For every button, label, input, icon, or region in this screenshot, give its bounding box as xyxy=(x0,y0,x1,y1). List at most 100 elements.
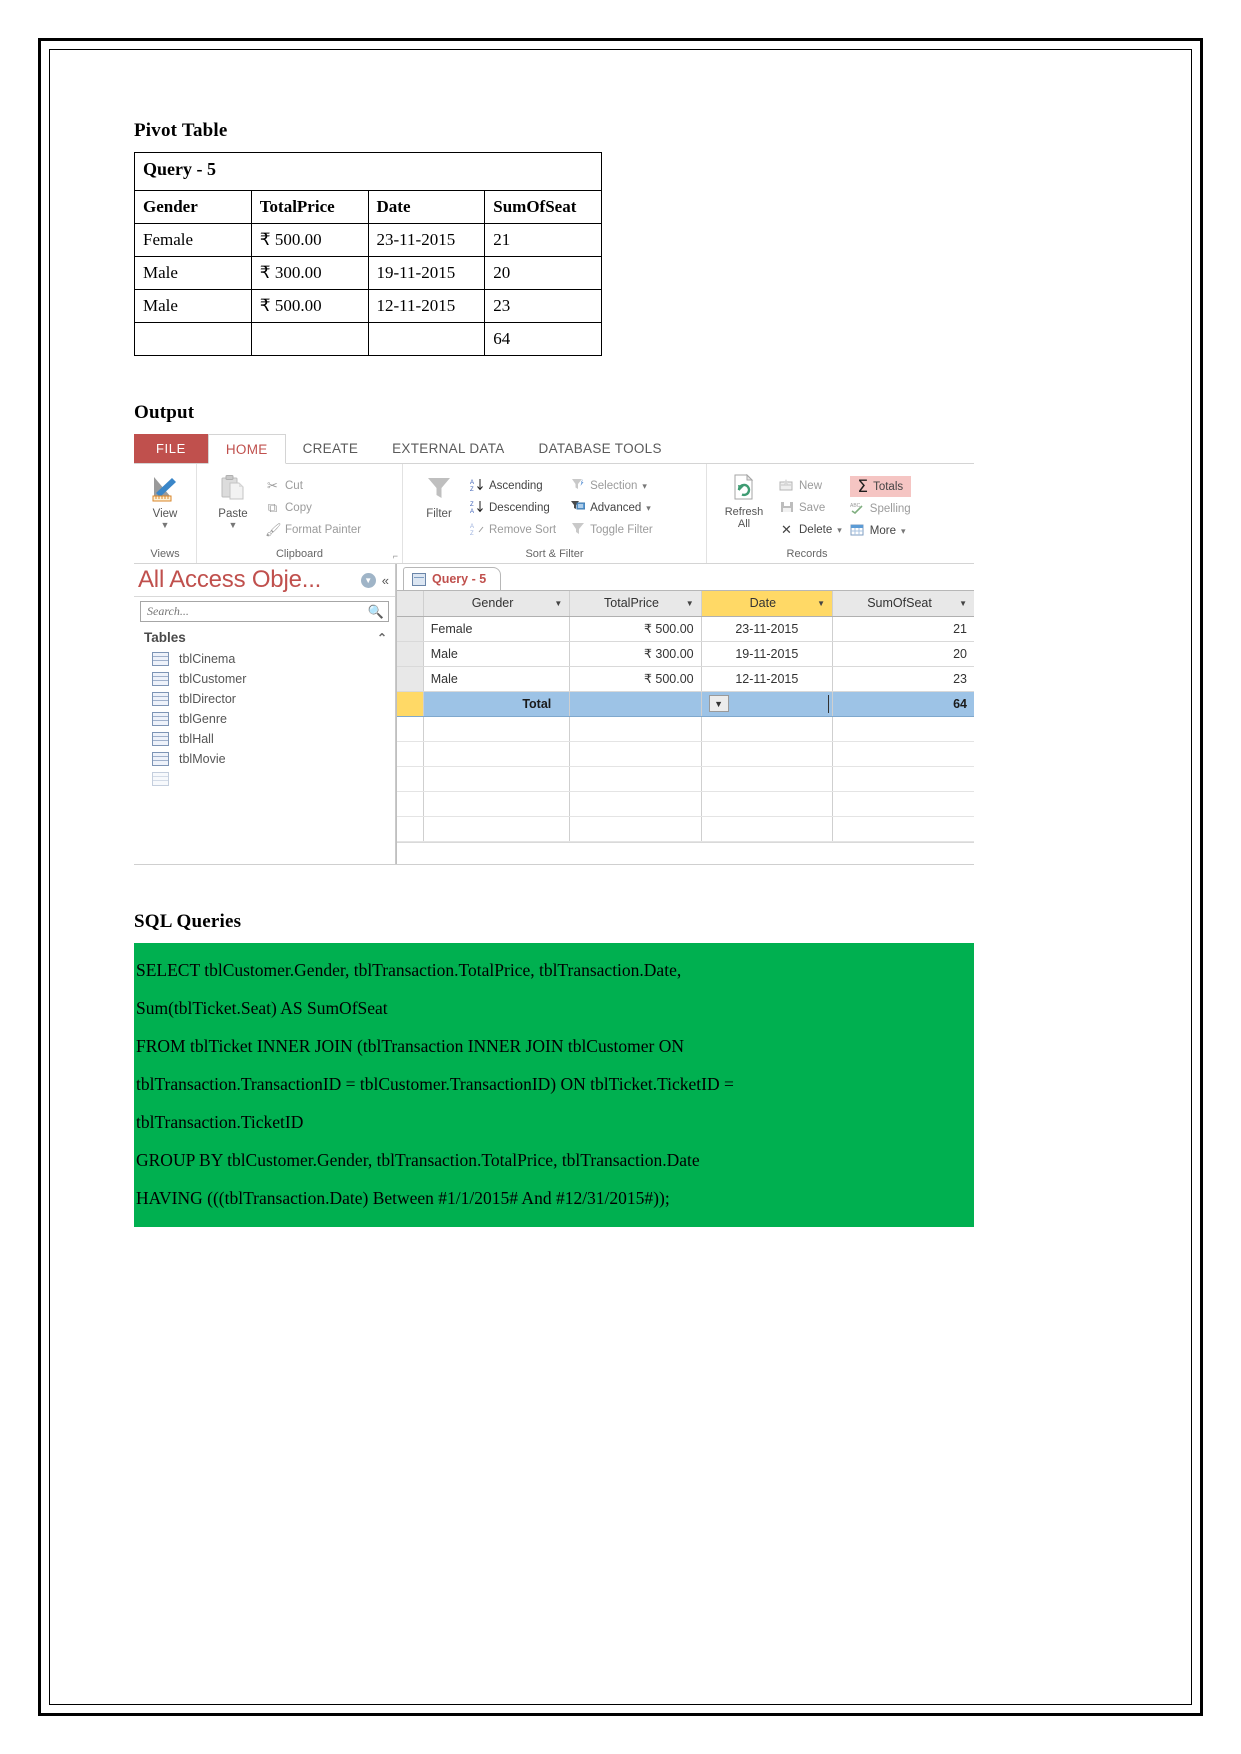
cell-gender[interactable]: Male xyxy=(423,641,571,667)
total-cell-sumofseat[interactable]: 64 xyxy=(832,691,974,717)
table-row[interactable]: Male ₹ 500.00 12-11-2015 23 xyxy=(397,666,974,692)
cell-date[interactable]: 19-11-2015 xyxy=(701,641,834,667)
tab-home[interactable]: HOME xyxy=(207,434,286,464)
cell-gender[interactable]: Male xyxy=(423,666,571,692)
chevron-down-icon[interactable]: ▾ xyxy=(901,527,906,536)
chevron-down-icon[interactable]: ▼ xyxy=(686,599,694,608)
view-button[interactable]: View ▼ xyxy=(142,472,188,530)
list-item[interactable]: tblMovie xyxy=(134,749,395,769)
table-row: Male ₹ 500.00 12-11-2015 23 xyxy=(134,289,602,323)
table-row[interactable]: Male ₹ 300.00 19-11-2015 20 xyxy=(397,641,974,667)
sql-line: SELECT tblCustomer.Gender, tblTransactio… xyxy=(136,960,682,980)
chevron-down-icon[interactable]: ▼ xyxy=(229,521,238,530)
filter-button[interactable]: Filter xyxy=(411,472,467,520)
spelling-button[interactable]: ABC Spelling xyxy=(850,499,911,519)
list-item[interactable]: tblCinema xyxy=(134,649,395,669)
save-button[interactable]: Save xyxy=(779,498,842,518)
ribbon-group-clipboard: Paste ▼ ✂ Cut ⧉ Copy 🖌 Format Painter Cl… xyxy=(196,464,402,563)
collapse-pane-icon[interactable]: « xyxy=(382,573,389,588)
nav-group-tables[interactable]: Tables ⌃ xyxy=(134,626,395,649)
clipboard-dialog-launcher-icon[interactable]: ⌐ xyxy=(393,551,398,561)
new-record-label: New xyxy=(799,480,823,492)
pivot-cell-date: 12-11-2015 xyxy=(367,289,486,323)
cell-totalprice[interactable]: ₹ 500.00 xyxy=(569,666,702,692)
toggle-filter-button[interactable]: Toggle Filter xyxy=(570,520,653,540)
chevron-down-icon[interactable]: ▼ xyxy=(959,599,967,608)
new-record-button[interactable]: New xyxy=(779,476,842,496)
tab-external-data[interactable]: EXTERNAL DATA xyxy=(375,434,521,463)
nav-item-label: tblCustomer xyxy=(179,672,247,686)
row-selector[interactable] xyxy=(397,616,424,642)
table-row-blank xyxy=(397,816,974,842)
filter-button-label: Filter xyxy=(426,508,452,520)
chevron-down-icon[interactable]: ▾ xyxy=(646,504,651,513)
pivot-cell-sumofseat: 20 xyxy=(484,256,602,290)
selection-button[interactable]: Selection ▾ xyxy=(570,476,653,496)
search-icon[interactable]: 🔍 xyxy=(368,604,384,620)
cell-sumofseat[interactable]: 23 xyxy=(832,666,974,692)
navigation-pane: All Access Obje... ▼ « 🔍 Tables ⌃ tbl xyxy=(134,564,396,864)
more-button[interactable]: More ▾ xyxy=(850,521,911,541)
copy-button[interactable]: ⧉ Copy xyxy=(265,498,361,518)
column-header-sumofseat[interactable]: SumOfSeat ▼ xyxy=(832,591,974,617)
cut-button[interactable]: ✂ Cut xyxy=(265,476,361,496)
cell-date[interactable]: 23-11-2015 xyxy=(701,616,834,642)
format-painter-button[interactable]: 🖌 Format Painter xyxy=(265,520,361,540)
chevron-down-icon[interactable]: ▼ xyxy=(817,599,825,608)
chevron-up-icon[interactable]: ⌃ xyxy=(377,631,387,645)
chevron-down-icon[interactable]: ▾ xyxy=(837,526,842,535)
paste-button[interactable]: Paste ▼ xyxy=(205,472,261,530)
row-selector[interactable] xyxy=(397,666,424,692)
ribbon-group-sort-filter: Filter A Z Ascending Z A Descending A Z … xyxy=(402,464,706,563)
cell-totalprice[interactable]: ₹ 500.00 xyxy=(569,616,702,642)
advanced-button[interactable]: Advanced ▾ xyxy=(570,498,653,518)
list-item[interactable]: tblHall xyxy=(134,729,395,749)
datasheet-total-row[interactable]: Total ▼ 64 xyxy=(397,690,974,717)
cell-sumofseat[interactable]: 21 xyxy=(832,616,974,642)
nav-dropdown-icon[interactable]: ▼ xyxy=(360,572,376,588)
navigation-pane-title: All Access Obje... xyxy=(138,566,322,593)
descending-button[interactable]: Z A Descending xyxy=(469,498,556,518)
total-cell-totalprice[interactable] xyxy=(569,691,702,717)
column-header-gender[interactable]: Gender ▼ xyxy=(423,591,571,617)
chevron-down-icon[interactable]: ▾ xyxy=(642,482,647,491)
view-button-label: View xyxy=(152,508,178,520)
table-row[interactable]: Female ₹ 500.00 23-11-2015 21 xyxy=(397,616,974,642)
cell-totalprice[interactable]: ₹ 300.00 xyxy=(569,641,702,667)
column-header-date[interactable]: Date ▼ xyxy=(701,591,834,617)
delete-button[interactable]: ✕ Delete ▾ xyxy=(779,520,842,540)
search-input[interactable] xyxy=(145,603,368,620)
tab-file[interactable]: FILE xyxy=(134,434,208,463)
list-item-partial[interactable] xyxy=(134,769,395,789)
list-item[interactable]: tblCustomer xyxy=(134,669,395,689)
table-row-blank xyxy=(397,791,974,817)
total-cell-date-selected[interactable]: ▼ xyxy=(700,690,834,717)
table-row-blank xyxy=(397,741,974,767)
table-row-blank xyxy=(397,716,974,742)
table-icon xyxy=(152,672,169,686)
chevron-down-icon[interactable]: ▼ xyxy=(161,521,170,530)
total-aggregate-dropdown-icon[interactable]: ▼ xyxy=(708,695,729,712)
tab-database-tools[interactable]: DATABASE TOOLS xyxy=(522,434,679,463)
refresh-all-button[interactable]: Refresh All xyxy=(715,472,773,530)
list-item[interactable]: tblGenre xyxy=(134,709,395,729)
select-all-corner[interactable] xyxy=(397,591,424,617)
search-box[interactable]: 🔍 xyxy=(140,601,389,622)
access-workspace: All Access Obje... ▼ « 🔍 Tables ⌃ tbl xyxy=(134,564,974,864)
cell-sumofseat[interactable]: 20 xyxy=(832,641,974,667)
pivot-cell-totalprice xyxy=(250,322,369,356)
ascending-button[interactable]: A Z Ascending xyxy=(469,476,556,496)
pivot-cell-date: 19-11-2015 xyxy=(367,256,486,290)
row-selector[interactable] xyxy=(397,641,424,667)
tab-create[interactable]: CREATE xyxy=(286,434,376,463)
cell-gender[interactable]: Female xyxy=(423,616,571,642)
datasheet-header-row: Gender ▼ TotalPrice ▼ Date ▼ SumOfSeat ▼ xyxy=(397,591,974,617)
column-header-totalprice[interactable]: TotalPrice ▼ xyxy=(569,591,702,617)
cell-date[interactable]: 12-11-2015 xyxy=(701,666,834,692)
chevron-down-icon[interactable]: ▼ xyxy=(554,599,562,608)
remove-sort-button[interactable]: A Z Remove Sort xyxy=(469,520,557,540)
list-item[interactable]: tblDirector xyxy=(134,689,395,709)
totals-button[interactable]: Σ Totals xyxy=(849,476,911,497)
row-selector-current[interactable] xyxy=(397,691,424,717)
document-tab-query-5[interactable]: Query - 5 xyxy=(403,567,502,590)
